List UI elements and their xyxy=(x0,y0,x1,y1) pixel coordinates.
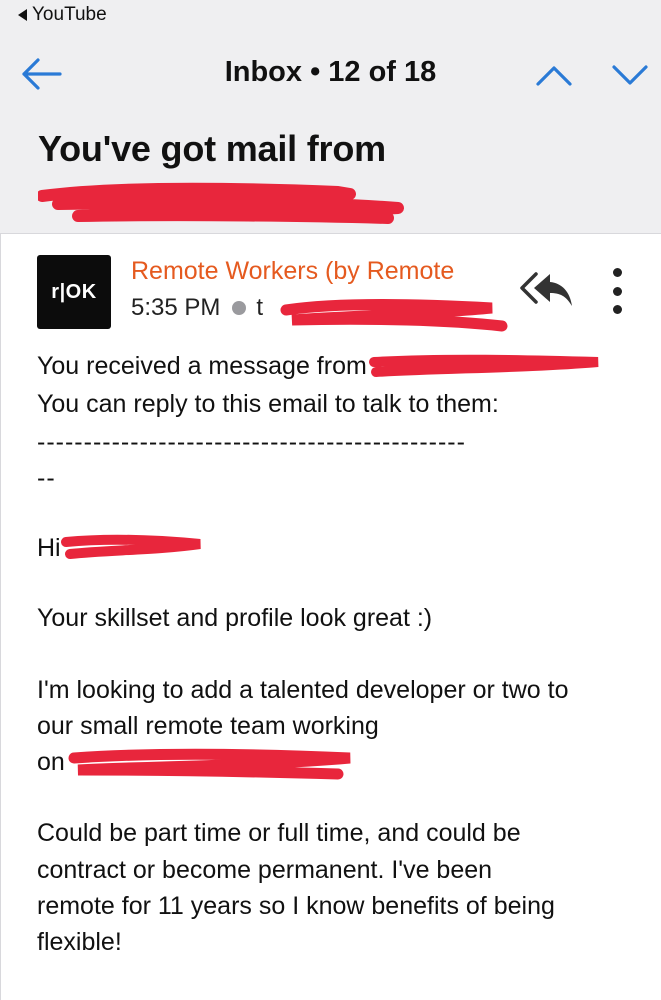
paragraph-3-line-1: Could be part time or full time, and cou… xyxy=(37,819,521,847)
reply-all-icon xyxy=(520,272,572,306)
status-bar: YouTube xyxy=(0,0,661,36)
more-dot xyxy=(612,305,622,314)
sender-name[interactable]: Remote Workers (by Remote xyxy=(131,257,454,286)
email-subject: You've got mail from xyxy=(38,128,386,169)
email-meta: 5:35 PM t xyxy=(131,294,263,322)
email-time: 5:35 PM xyxy=(131,294,221,321)
navigation-bar: Inbox • 12 of 18 xyxy=(0,40,661,110)
recipient-prefix[interactable]: t xyxy=(256,294,263,322)
more-options-button[interactable] xyxy=(605,266,629,316)
unread-dot-icon xyxy=(232,301,247,315)
paragraph-3-line-3: remote for 11 years so I know benefits o… xyxy=(37,892,555,920)
greeting-name-redaction xyxy=(61,534,201,559)
paragraph-2-line-2: our small remote team working xyxy=(37,712,379,740)
next-email-button[interactable] xyxy=(608,60,652,90)
paragraph-3-line-4: flexible! xyxy=(37,928,122,956)
more-dot xyxy=(612,286,622,296)
back-to-app-button[interactable]: YouTube xyxy=(18,4,107,26)
body-divider: ----------------------------------------… xyxy=(37,428,466,456)
back-triangle-icon xyxy=(18,9,27,21)
more-vertical-icon xyxy=(612,268,622,277)
paragraph-1: Your skillset and profile look great :) xyxy=(37,604,433,632)
subject-redaction xyxy=(36,182,408,224)
body-divider-end: -- xyxy=(37,464,56,492)
sender-avatar: r|OK xyxy=(37,255,111,329)
chevron-down-icon xyxy=(612,65,648,85)
sender-email-redaction xyxy=(369,354,599,377)
reply-all-button[interactable] xyxy=(518,268,574,310)
link-redaction xyxy=(68,748,351,780)
body-line-2: You can reply to this email to talk to t… xyxy=(37,390,499,418)
paragraph-3-line-2: contract or become permanent. I've been xyxy=(37,856,493,884)
chevron-up-icon xyxy=(536,66,572,86)
previous-email-button[interactable] xyxy=(532,60,576,90)
recipient-redaction xyxy=(280,299,508,332)
back-app-label: YouTube xyxy=(32,4,107,25)
paragraph-2-line-1: I'm looking to add a talented developer … xyxy=(37,676,569,704)
